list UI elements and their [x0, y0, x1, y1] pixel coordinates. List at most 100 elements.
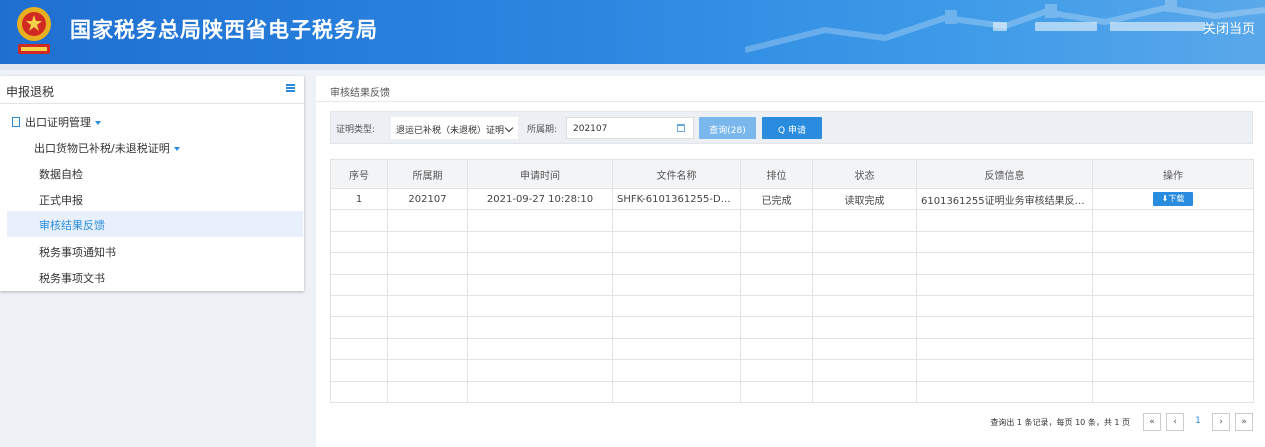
- sidebar-group-export-certificate[interactable]: 出口证明管理: [12, 108, 101, 134]
- period-input[interactable]: 202107: [566, 117, 694, 139]
- empty-cell: [812, 273, 917, 296]
- empty-cell: [916, 316, 1093, 339]
- results-table: 序号 所属期 申请时间 文件名称 排位 状态 反馈信息 操作 1 202107 …: [330, 159, 1254, 403]
- table-header-row: 序号 所属期 申请时间 文件名称 排位 状态 反馈信息 操作: [330, 159, 1254, 189]
- empty-cell: [387, 294, 468, 318]
- sidebar-subgroup-certificate[interactable]: 出口货物已补税/未退税证明: [34, 134, 180, 160]
- sidebar-item-audit-feedback[interactable]: 审核结果反馈: [7, 211, 303, 237]
- empty-cell: [916, 209, 1093, 232]
- table-row-empty: [330, 380, 1254, 403]
- empty-cell: [1092, 230, 1254, 254]
- empty-cell: [612, 273, 741, 296]
- empty-cell: [330, 359, 388, 382]
- header-divider: [0, 64, 1265, 70]
- column-header: 排位: [740, 159, 813, 189]
- period-label: 所属期:: [527, 125, 558, 135]
- empty-cell: [330, 230, 388, 254]
- empty-cell: [330, 316, 388, 339]
- certificate-type-label: 证明类型:: [336, 125, 376, 135]
- empty-cell: [330, 337, 388, 361]
- empty-cell: [1092, 380, 1254, 403]
- empty-cell: [612, 316, 741, 339]
- empty-cell: [740, 273, 813, 296]
- empty-cell: [916, 294, 1093, 318]
- prev-page-button[interactable]: ‹: [1166, 413, 1184, 431]
- empty-cell: [330, 380, 388, 403]
- empty-cell: [1092, 316, 1254, 339]
- filter-bar: 证明类型: 退运已补税（未退税）证明 所属期: 202107 查询(28) Q …: [330, 111, 1253, 144]
- first-page-button[interactable]: «: [1143, 413, 1161, 431]
- table-row-empty: [330, 273, 1254, 296]
- empty-cell: [330, 294, 388, 318]
- empty-cell: [1092, 294, 1254, 318]
- query-button[interactable]: 查询(28): [699, 117, 756, 139]
- table-row-empty: [330, 230, 1254, 254]
- cell-feedback: 6101361255证明业务审核结果反馈成...: [916, 187, 1093, 211]
- empty-cell: [740, 316, 813, 339]
- empty-cell: [387, 252, 468, 275]
- great-wall-watermark: [745, 0, 1265, 53]
- empty-cell: [467, 337, 613, 361]
- chevron-down-icon: [504, 123, 514, 133]
- table-row[interactable]: 1 202107 2021-09-27 10:28:10 SHFK-610136…: [330, 187, 1254, 211]
- empty-cell: [740, 337, 813, 361]
- apply-button[interactable]: Q 申请: [762, 117, 822, 139]
- calendar-icon[interactable]: [677, 124, 685, 132]
- column-header: 文件名称: [612, 159, 741, 189]
- close-page-link[interactable]: 关闭当页: [1203, 18, 1255, 37]
- table-row-empty: [330, 209, 1254, 232]
- empty-cell: [467, 209, 613, 232]
- sidebar-item-tax-document[interactable]: 税务事项文书: [39, 264, 105, 290]
- table-row-empty: [330, 294, 1254, 318]
- empty-cell: [467, 294, 613, 318]
- certificate-type-select[interactable]: 退运已补税（未退税）证明: [391, 117, 518, 139]
- download-button[interactable]: ⬇下载: [1153, 192, 1193, 207]
- empty-cell: [1092, 252, 1254, 275]
- empty-cell: [812, 209, 917, 232]
- empty-cell: [812, 337, 917, 361]
- empty-cell: [387, 380, 468, 403]
- empty-cell: [612, 380, 741, 403]
- empty-cell: [612, 252, 741, 275]
- empty-cell: [812, 316, 917, 339]
- empty-cell: [612, 209, 741, 232]
- next-page-button[interactable]: ›: [1212, 413, 1230, 431]
- empty-cell: [387, 359, 468, 382]
- empty-cell: [1092, 359, 1254, 382]
- empty-cell: [812, 230, 917, 254]
- hamburger-menu-icon[interactable]: [286, 84, 295, 92]
- app-header: 国家税务总局陕西省电子税务局 关闭当页: [0, 0, 1265, 64]
- user-info-redacted: [1110, 22, 1205, 31]
- caret-down-icon: [95, 121, 101, 125]
- cell-seq: 1: [330, 187, 388, 211]
- current-page[interactable]: 1: [1189, 413, 1207, 431]
- document-icon: [12, 117, 20, 127]
- empty-cell: [812, 294, 917, 318]
- pagination-summary: 查询出 1 条记录，每页 10 条，共 1 页: [990, 417, 1130, 427]
- column-header: 所属期: [387, 159, 468, 189]
- cell-status: 读取完成: [812, 187, 917, 211]
- empty-cell: [467, 273, 613, 296]
- table-row-empty: [330, 316, 1254, 339]
- empty-cell: [387, 209, 468, 232]
- sidebar: 申报退税 出口证明管理 出口货物已补税/未退税证明 数据自检 正式申报 审核结果…: [0, 76, 304, 291]
- tax-emblem-icon: [17, 7, 51, 54]
- cell-file: SHFK-6101361255-DZY...: [612, 187, 741, 211]
- empty-cell: [916, 273, 1093, 296]
- empty-cell: [916, 359, 1093, 382]
- empty-cell: [740, 230, 813, 254]
- column-header: 操作: [1092, 159, 1254, 189]
- last-page-button[interactable]: »: [1235, 413, 1253, 431]
- breadcrumb: 审核结果反馈: [330, 88, 390, 99]
- column-header: 序号: [330, 159, 388, 189]
- sidebar-item-tax-notice[interactable]: 税务事项通知书: [39, 238, 116, 264]
- empty-cell: [740, 209, 813, 232]
- sidebar-item-self-check[interactable]: 数据自检: [39, 160, 83, 186]
- empty-cell: [467, 230, 613, 254]
- empty-cell: [612, 337, 741, 361]
- empty-cell: [740, 294, 813, 318]
- sidebar-item-formal-declaration[interactable]: 正式申报: [39, 186, 83, 212]
- main-panel: 审核结果反馈 证明类型: 退运已补税（未退税）证明 所属期: 202107 查询…: [316, 76, 1265, 447]
- empty-cell: [916, 380, 1093, 403]
- table-row-empty: [330, 337, 1254, 361]
